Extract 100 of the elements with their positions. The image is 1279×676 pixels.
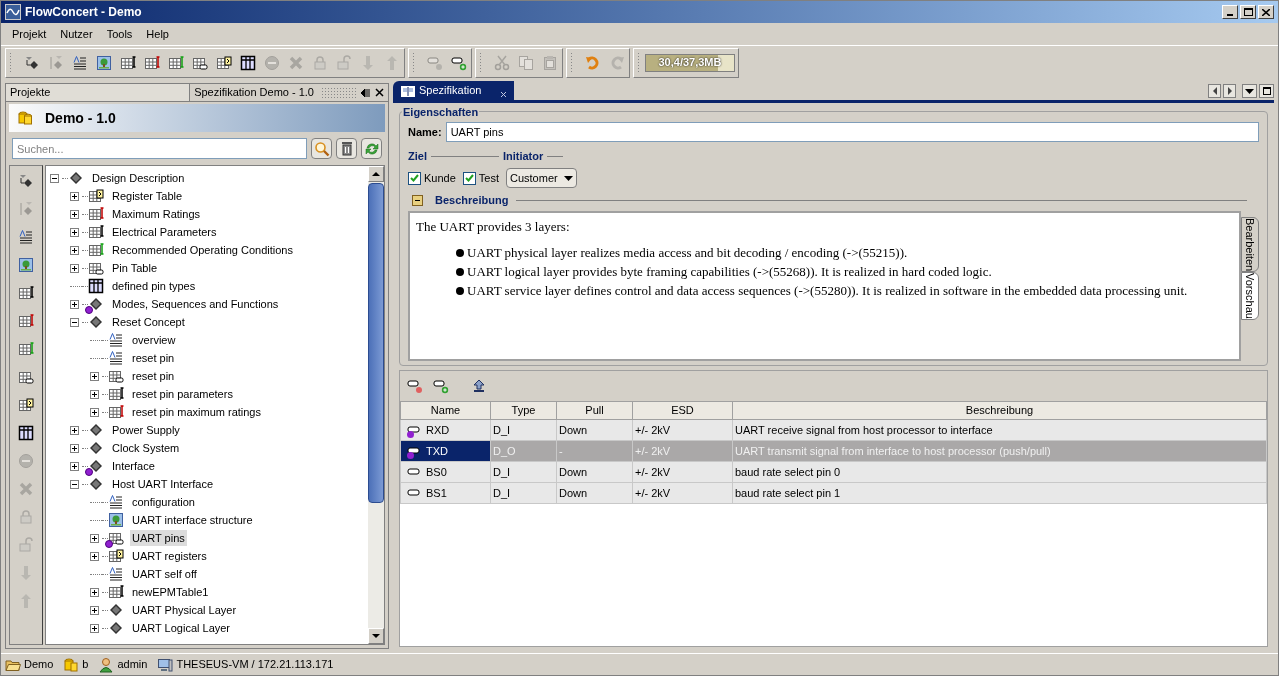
expand-toggle[interactable] — [90, 389, 99, 399]
table-row[interactable]: TXD D_O - +/- 2kV UART transmit signal from interface to host processor (push/pull) — [400, 440, 1267, 462]
table-icon[interactable] — [17, 340, 35, 358]
column-header[interactable]: Beschreibung — [732, 401, 1267, 420]
tree-item[interactable]: Power Supply — [110, 421, 182, 439]
panel-tab[interactable]: Projekte — [6, 84, 190, 101]
side-tab[interactable]: Vorschau — [1241, 272, 1259, 321]
refresh-button[interactable] — [361, 138, 382, 159]
expand-toggle[interactable] — [90, 623, 99, 633]
grip-handle[interactable] — [9, 51, 13, 74]
expand-toggle[interactable] — [70, 209, 79, 219]
grip-handle[interactable] — [479, 51, 483, 74]
collapse-button[interactable] — [412, 194, 423, 206]
tree-item[interactable]: newEPMTable1 — [130, 583, 211, 601]
tree-item[interactable]: Pin Table — [110, 259, 160, 277]
close-button[interactable] — [375, 86, 385, 99]
tree-item[interactable]: Maximum Ratings — [110, 205, 203, 223]
column-header[interactable]: Type — [490, 401, 557, 420]
checkbox[interactable] — [408, 171, 421, 185]
table-row[interactable]: RXD D_I Down +/- 2kV UART receive signal from host processor to interface — [400, 419, 1267, 441]
expand-toggle[interactable] — [70, 191, 79, 201]
tree-item[interactable]: UART Physical Layer — [130, 601, 239, 619]
grip-handle[interactable] — [412, 51, 416, 74]
table-icon[interactable] — [17, 284, 35, 302]
tree-item[interactable]: reset pin — [130, 367, 177, 385]
expand-toggle[interactable] — [70, 425, 79, 435]
minimize-button[interactable] — [1222, 5, 1238, 19]
expand-toggle[interactable] — [90, 533, 99, 543]
expand-toggle[interactable] — [70, 227, 79, 237]
tree-item[interactable]: Register Table — [110, 187, 185, 205]
expand-toggle[interactable] — [70, 299, 79, 309]
tree-item[interactable]: Design Description — [90, 169, 187, 187]
expand-toggle[interactable] — [90, 605, 99, 615]
minimize-button[interactable] — [361, 86, 371, 99]
table-row[interactable]: BS1 D_I Down +/- 2kV baud rate select pin 1 — [400, 482, 1267, 504]
tree-item[interactable]: Electrical Parameters — [110, 223, 219, 241]
expand-toggle[interactable] — [50, 173, 59, 183]
node-icon[interactable] — [17, 172, 35, 190]
tree-item[interactable]: configuration — [130, 493, 197, 511]
menu-item[interactable]: Help — [139, 24, 176, 44]
tree-item[interactable]: UART registers — [130, 547, 209, 565]
grid-icon[interactable] — [17, 424, 35, 442]
search-field[interactable]: Suchen... — [12, 138, 307, 159]
table-icon[interactable] — [17, 312, 35, 330]
expand-toggle[interactable] — [90, 371, 99, 381]
expand-toggle[interactable] — [90, 551, 99, 561]
tree-item[interactable]: overview — [130, 331, 178, 349]
expand-toggle[interactable] — [70, 263, 79, 273]
table-icon[interactable] — [143, 53, 161, 72]
scroll-thumb[interactable] — [368, 183, 384, 503]
table-row[interactable]: BS0 D_I Down +/- 2kV baud rate select pin 0 — [400, 461, 1267, 483]
tree-item[interactable]: Interface — [110, 457, 157, 475]
table-icon[interactable] — [119, 53, 137, 72]
close-icon[interactable] — [501, 92, 507, 97]
column-header[interactable]: Name — [400, 401, 491, 420]
tree-item[interactable]: Host UART Interface — [110, 475, 216, 493]
menu-item[interactable]: Projekt — [5, 24, 54, 44]
expand-toggle[interactable] — [90, 407, 99, 417]
tree-item[interactable]: UART self off — [130, 565, 199, 583]
scroll-up-button[interactable] — [368, 166, 384, 182]
initiator-dropdown[interactable]: Customer — [506, 168, 577, 188]
menu-item[interactable]: Tools — [99, 24, 140, 44]
editor-tab[interactable]: Spezifikation — [393, 81, 515, 100]
column-header[interactable]: Pull — [556, 401, 633, 420]
tree-item[interactable]: Recommended Operating Conditions — [110, 241, 295, 259]
search-button[interactable] — [311, 138, 332, 159]
maximize-button[interactable] — [1259, 84, 1274, 98]
text-icon[interactable] — [17, 228, 35, 246]
add-pin-button[interactable] — [432, 377, 450, 395]
tree-item[interactable]: UART pins — [130, 529, 187, 547]
side-tab[interactable]: Bearbeiten — [1241, 217, 1259, 273]
tree-item[interactable]: UART Logical Layer — [130, 619, 233, 637]
remove-pin-button[interactable] — [406, 377, 424, 395]
tree-item[interactable]: Reset Concept — [110, 313, 187, 331]
dropdown-button[interactable] — [1242, 84, 1257, 98]
tree-item[interactable]: reset pin maximum ratings — [130, 403, 263, 421]
expand-toggle[interactable] — [70, 245, 79, 255]
tree-item[interactable]: reset pin parameters — [130, 385, 235, 403]
scroll-down-button[interactable] — [368, 628, 384, 644]
column-header[interactable]: ESD — [632, 401, 733, 420]
tree-item[interactable]: UART interface structure — [130, 511, 255, 529]
image-icon[interactable] — [95, 53, 113, 72]
scrollbar[interactable] — [368, 166, 384, 644]
table-icon[interactable] — [167, 53, 185, 72]
checkbox[interactable] — [462, 171, 476, 185]
expand-toggle[interactable] — [70, 443, 79, 453]
next-button[interactable] — [1223, 84, 1236, 98]
expand-toggle[interactable] — [90, 587, 99, 597]
grid-icon[interactable] — [239, 53, 257, 72]
image-icon[interactable] — [17, 256, 35, 274]
expand-toggle[interactable] — [70, 479, 79, 489]
tree-item[interactable]: defined pin types — [110, 277, 198, 295]
previous-button[interactable] — [1208, 84, 1221, 98]
tree-item[interactable]: Clock System — [110, 439, 182, 457]
register-table-icon[interactable] — [17, 396, 35, 414]
tree-item[interactable]: reset pin — [130, 349, 177, 367]
grip-handle[interactable] — [637, 51, 641, 74]
tree-item[interactable]: Modes, Sequences and Functions — [110, 295, 281, 313]
text-icon[interactable] — [71, 53, 89, 72]
close-button[interactable] — [1258, 5, 1274, 19]
